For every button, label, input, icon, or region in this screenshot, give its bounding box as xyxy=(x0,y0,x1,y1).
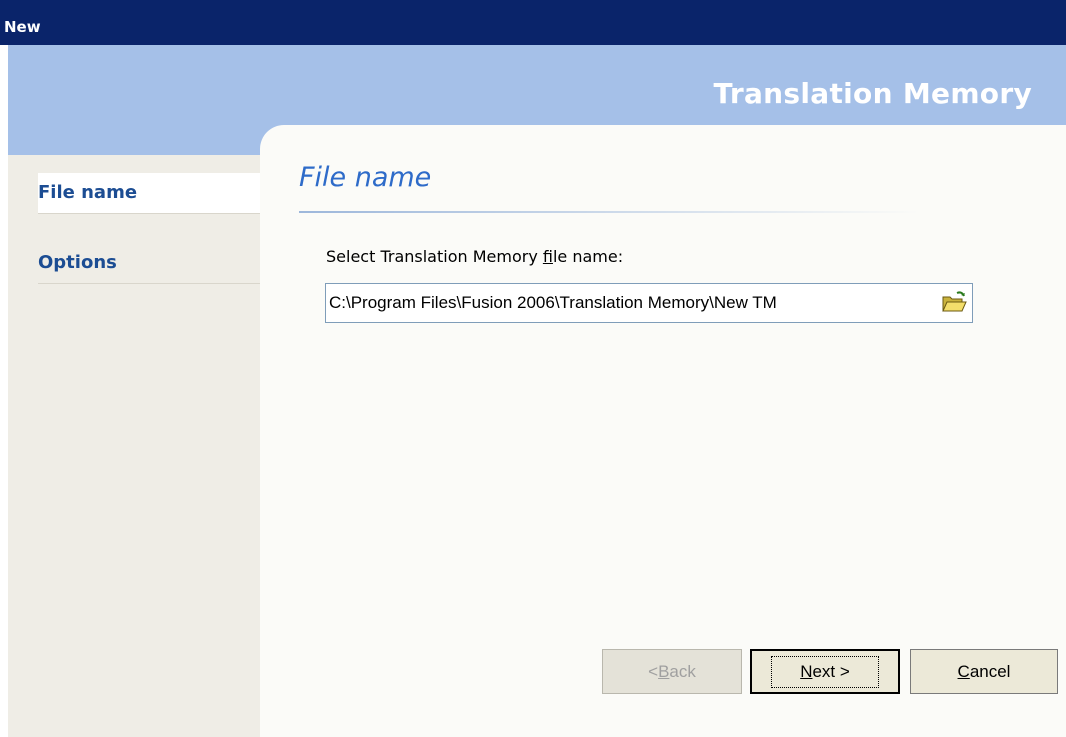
cancel-button[interactable]: Cancel xyxy=(910,649,1058,694)
sidebar-item-file-name[interactable]: File name xyxy=(38,173,268,214)
file-path-field xyxy=(325,283,973,323)
sidebar-item-label: Options xyxy=(38,252,117,273)
button-text: < xyxy=(648,661,659,681)
button-mnemonic: C xyxy=(957,661,970,681)
window-titlebar: New xyxy=(0,0,1066,45)
file-name-label: Select Translation Memory file name: xyxy=(326,247,623,266)
sidebar-item-options[interactable]: Options xyxy=(38,243,268,284)
folder-open-icon xyxy=(942,291,967,312)
back-button[interactable]: < Back xyxy=(602,649,742,694)
button-text: ext > xyxy=(812,661,850,681)
next-button[interactable]: Next > xyxy=(750,649,900,694)
focus-rect: Next > xyxy=(771,655,879,688)
sidebar-item-label: File name xyxy=(38,182,138,203)
button-mnemonic: N xyxy=(800,661,813,681)
wizard-content-panel: File name Select Translation Memory file… xyxy=(260,125,1066,737)
browse-button[interactable] xyxy=(940,290,968,316)
section-divider xyxy=(299,211,919,213)
section-title: File name xyxy=(299,162,432,193)
window-left-edge xyxy=(0,45,8,737)
banner-title: Translation Memory xyxy=(713,77,1032,110)
button-text: ack xyxy=(669,661,696,681)
wizard-sidebar: File name Options xyxy=(8,155,268,737)
button-text: ancel xyxy=(969,661,1011,681)
window-title: New xyxy=(4,18,41,36)
label-mnemonic: f xyxy=(542,247,553,266)
label-text: Select Translation Memory xyxy=(326,247,543,266)
label-text: ile name: xyxy=(552,247,624,266)
file-path-input[interactable] xyxy=(326,284,936,322)
button-mnemonic: B xyxy=(658,661,670,681)
